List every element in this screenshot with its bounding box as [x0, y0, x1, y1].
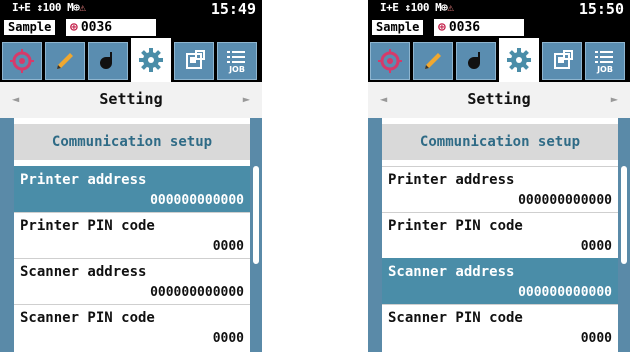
- job-icon-label: JOB: [596, 65, 613, 74]
- sample-label: Sample: [4, 20, 56, 35]
- clock: 15:49: [210, 0, 256, 18]
- list-item-label: Printer PIN code: [20, 218, 155, 234]
- list-item-label: Printer address: [388, 172, 515, 188]
- tab-job[interactable]: JOB: [585, 42, 625, 80]
- list-item-label: Printer PIN code: [388, 218, 523, 234]
- device-screen-left: I+E ↕100 M⊕⚠ 15:49 Sample ⊕ 0036 JOB ◄ Se…: [0, 0, 262, 352]
- tab-data[interactable]: [174, 42, 214, 80]
- list-item-value: 0000: [212, 239, 244, 254]
- nav-bar: ◄ Setting ►: [0, 82, 262, 119]
- status-icons: I+E ↕100 M⊕⚠: [380, 1, 454, 14]
- warning-icon: ⚠: [79, 1, 86, 14]
- scrollbar[interactable]: [252, 118, 260, 352]
- gear-icon: [507, 48, 531, 72]
- nav-next-icon[interactable]: ►: [611, 92, 618, 106]
- gear-icon: [139, 48, 163, 72]
- tab-sample[interactable]: [456, 42, 496, 80]
- sample-number: 0036: [448, 20, 481, 35]
- list-item-scanner-pin[interactable]: Scanner PIN code 0000: [382, 304, 618, 350]
- list-item-value: 000000000000: [150, 193, 244, 208]
- sample-target-icon: ⊕: [70, 20, 78, 35]
- status-icons: I+E ↕100 M⊕⚠: [12, 1, 86, 14]
- tab-bar: JOB: [0, 38, 262, 82]
- list-item-scanner-pin[interactable]: Scanner PIN code 0000: [14, 304, 250, 350]
- list-item-value: 000000000000: [518, 193, 612, 208]
- list-item-value: 0000: [580, 239, 612, 254]
- tab-pencil[interactable]: [45, 42, 85, 80]
- job-icon-label: JOB: [228, 65, 245, 74]
- settings-list: Communication setup Printer address 0000…: [382, 118, 618, 352]
- sample-label: Sample: [372, 20, 424, 35]
- tab-bar: JOB: [368, 38, 630, 82]
- sample-number-box: ⊕ 0036: [66, 19, 156, 36]
- list-item-label: Scanner address: [20, 264, 147, 280]
- section-header: Communication setup: [382, 124, 618, 160]
- sample-bar: Sample ⊕ 0036: [368, 18, 630, 38]
- settings-content: Communication setup Printer address 0000…: [368, 118, 630, 352]
- list-item-value: 0000: [580, 331, 612, 346]
- pencil-icon: [425, 53, 441, 69]
- tab-target[interactable]: [2, 42, 42, 80]
- list-item-label: Scanner PIN code: [20, 310, 155, 326]
- list-item-printer-address[interactable]: Printer address 000000000000: [14, 166, 250, 212]
- data-icon: [186, 50, 205, 69]
- list-item-value: 000000000000: [150, 285, 244, 300]
- device-screen-right: I+E ↕100 M⊕⚠ 15:50 Sample ⊕ 0036 JOB ◄ Se…: [368, 0, 630, 352]
- target-icon: [378, 49, 402, 73]
- section-header: Communication setup: [14, 124, 250, 160]
- pencil-icon: [57, 53, 73, 69]
- target-icon: [10, 49, 34, 73]
- status-bar: I+E ↕100 M⊕⚠ 15:50: [368, 0, 630, 18]
- tab-data[interactable]: [542, 42, 582, 80]
- scrollbar-thumb[interactable]: [621, 166, 627, 264]
- tab-settings[interactable]: [131, 38, 171, 82]
- tab-target[interactable]: [370, 42, 410, 80]
- scrollbar[interactable]: [620, 118, 628, 352]
- settings-list: Communication setup Printer address 0000…: [14, 118, 250, 352]
- page-title: Setting: [467, 90, 531, 108]
- list-item-label: Printer address: [20, 172, 147, 188]
- tab-sample[interactable]: [88, 42, 128, 80]
- list-item-label: Scanner address: [388, 264, 515, 280]
- tab-settings[interactable]: [499, 38, 539, 82]
- tab-job[interactable]: JOB: [217, 42, 257, 80]
- list-item-printer-pin[interactable]: Printer PIN code 0000: [382, 212, 618, 258]
- status-bar: I+E ↕100 M⊕⚠ 15:49: [0, 0, 262, 18]
- clock: 15:50: [578, 0, 624, 18]
- sample-target-icon: ⊕: [438, 20, 446, 35]
- list-item-scanner-address[interactable]: Scanner address 000000000000: [14, 258, 250, 304]
- tab-pencil[interactable]: [413, 42, 453, 80]
- nav-next-icon[interactable]: ►: [243, 92, 250, 106]
- sample-bar: Sample ⊕ 0036: [0, 18, 262, 38]
- job-icon: JOB: [227, 51, 245, 74]
- list-item-printer-pin[interactable]: Printer PIN code 0000: [14, 212, 250, 258]
- sample-number: 0036: [80, 20, 113, 35]
- warning-icon: ⚠: [447, 1, 454, 14]
- list-item-label: Scanner PIN code: [388, 310, 523, 326]
- nav-bar: ◄ Setting ►: [368, 82, 630, 119]
- sample-icon: [100, 52, 112, 69]
- data-icon: [554, 50, 573, 69]
- job-icon: JOB: [595, 51, 613, 74]
- list-item-scanner-address[interactable]: Scanner address 000000000000: [382, 258, 618, 304]
- page-title: Setting: [99, 90, 163, 108]
- scrollbar-thumb[interactable]: [253, 166, 259, 264]
- sample-icon: [468, 52, 480, 69]
- settings-content: Communication setup Printer address 0000…: [0, 118, 262, 352]
- list-item-printer-address[interactable]: Printer address 000000000000: [382, 166, 618, 212]
- list-item-value: 0000: [212, 331, 244, 346]
- list-item-value: 000000000000: [518, 285, 612, 300]
- sample-number-box: ⊕ 0036: [434, 19, 524, 36]
